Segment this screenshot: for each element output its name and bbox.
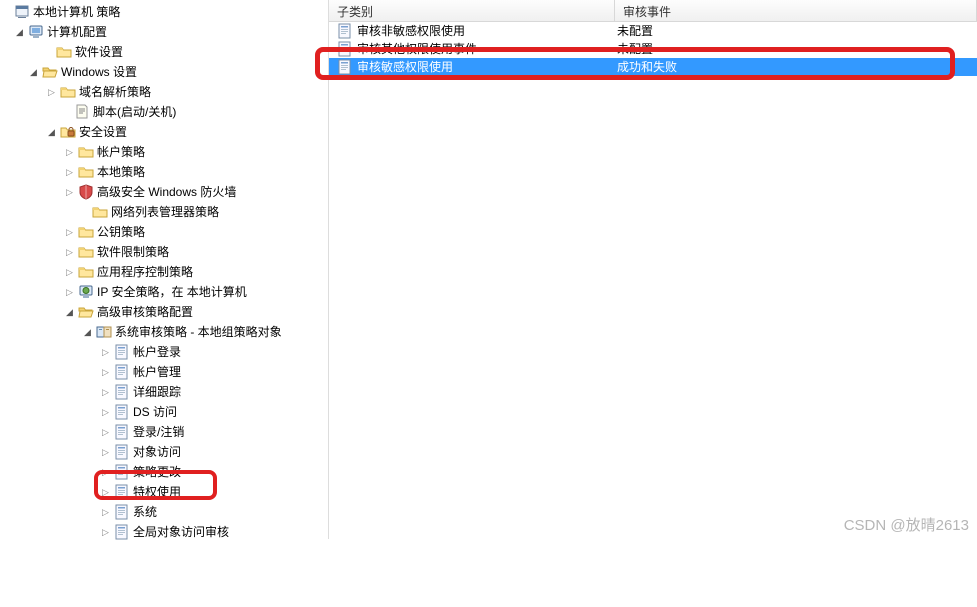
expander-icon[interactable] xyxy=(64,147,75,158)
security-folder-icon xyxy=(60,124,76,140)
expander-icon[interactable] xyxy=(64,227,75,238)
folder-open-icon xyxy=(42,64,58,80)
tree-system[interactable]: 系统 xyxy=(0,502,328,522)
tree-label: 特权使用 xyxy=(133,482,181,502)
expander-icon[interactable] xyxy=(100,487,111,498)
expander-icon[interactable] xyxy=(100,347,111,358)
expander-icon[interactable] xyxy=(64,167,75,178)
tree-logon-logoff[interactable]: 登录/注销 xyxy=(0,422,328,442)
list-row[interactable]: 审核其他权限使用事件 未配置 xyxy=(329,40,977,58)
tree-global-object[interactable]: 全局对象访问审核 xyxy=(0,522,328,542)
tree-label: 帐户登录 xyxy=(133,342,181,362)
tree-app-control[interactable]: 应用程序控制策略 xyxy=(0,262,328,282)
list-cell-event: 未配置 xyxy=(615,22,977,40)
expander-icon[interactable] xyxy=(100,427,111,438)
column-header-subcategory[interactable]: 子类别 xyxy=(329,0,615,21)
tree-policy-change[interactable]: 策略更改 xyxy=(0,462,328,482)
tree-local-policy[interactable]: 本地策略 xyxy=(0,162,328,182)
tree-domain-resolve[interactable]: 域名解析策略 xyxy=(0,82,328,102)
expander-icon[interactable] xyxy=(64,187,75,198)
expander-icon[interactable] xyxy=(100,527,111,538)
tree-advanced-audit[interactable]: 高级审核策略配置 xyxy=(0,302,328,322)
tree-pubkey[interactable]: 公钥策略 xyxy=(0,222,328,242)
tree-privilege-use[interactable]: 特权使用 xyxy=(0,482,328,502)
tree-label: 脚本(启动/关机) xyxy=(93,102,176,122)
tree-label: 帐户管理 xyxy=(133,362,181,382)
tree-account-logon[interactable]: 帐户登录 xyxy=(0,342,328,362)
expander-icon[interactable] xyxy=(100,407,111,418)
list-cell-name: 审核敏感权限使用 xyxy=(357,58,453,76)
tree-label: 网络列表管理器策略 xyxy=(111,202,219,222)
tree-label: 登录/注销 xyxy=(133,422,184,442)
tree-netlist[interactable]: 网络列表管理器策略 xyxy=(0,202,328,222)
tree-object-access[interactable]: 对象访问 xyxy=(0,442,328,462)
list-cell-event: 未配置 xyxy=(615,40,977,58)
tree-account-mgmt[interactable]: 帐户管理 xyxy=(0,362,328,382)
tree-label: 系统 xyxy=(133,502,157,522)
tree-label: 策略更改 xyxy=(133,462,181,482)
expander-icon[interactable] xyxy=(46,127,57,138)
expander-icon[interactable] xyxy=(100,467,111,478)
list-header: 子类别 审核事件 xyxy=(329,0,977,22)
tree-label: 系统审核策略 - 本地组策略对象 xyxy=(115,322,282,342)
tree-sys-audit[interactable]: 系统审核策略 - 本地组策略对象 xyxy=(0,322,328,342)
expander-icon[interactable] xyxy=(64,307,75,318)
audit-config-icon xyxy=(96,324,112,340)
expander-icon[interactable] xyxy=(46,87,57,98)
expander-icon[interactable] xyxy=(64,267,75,278)
tree-detailed[interactable]: 详细跟踪 xyxy=(0,382,328,402)
list-cell-name: 审核其他权限使用事件 xyxy=(357,40,477,58)
tree-label: 对象访问 xyxy=(133,442,181,462)
list-panel: 子类别 审核事件 审核非敏感权限使用 未配置 审核其他权限使用事件 未配置 审核… xyxy=(329,0,977,539)
tree-windows[interactable]: Windows 设置 xyxy=(0,62,328,82)
tree-label: DS 访问 xyxy=(133,402,177,422)
tree-panel[interactable]: 本地计算机 策略 计算机配置 软件设置 Windows 设置 域名解析策略 脚本… xyxy=(0,0,329,539)
tree-label: 全局对象访问审核 xyxy=(133,522,229,542)
policy-item-icon xyxy=(337,59,353,75)
folder-icon xyxy=(92,204,108,220)
expander-icon[interactable] xyxy=(100,367,111,378)
column-header-event[interactable]: 审核事件 xyxy=(615,0,977,21)
tree-label: 公钥策略 xyxy=(97,222,145,242)
tree-software-restrict[interactable]: 软件限制策略 xyxy=(0,242,328,262)
folder-open-icon xyxy=(78,304,94,320)
tree-security[interactable]: 安全设置 xyxy=(0,122,328,142)
list-row-selected[interactable]: 审核敏感权限使用 成功和失败 xyxy=(329,58,977,76)
expander-icon[interactable] xyxy=(100,447,111,458)
expander-icon[interactable] xyxy=(100,387,111,398)
tree-label: 高级安全 Windows 防火墙 xyxy=(97,182,236,202)
tree-label: 详细跟踪 xyxy=(133,382,181,402)
list-cell-event: 成功和失败 xyxy=(615,58,977,76)
list-cell-name: 审核非敏感权限使用 xyxy=(357,22,465,40)
tree-firewall[interactable]: 高级安全 Windows 防火墙 xyxy=(0,182,328,202)
tree-ds-access[interactable]: DS 访问 xyxy=(0,402,328,422)
list-row[interactable]: 审核非敏感权限使用 未配置 xyxy=(329,22,977,40)
expander-icon[interactable] xyxy=(28,67,39,78)
expander-icon[interactable] xyxy=(64,287,75,298)
expander-icon[interactable] xyxy=(14,27,25,38)
expander-icon[interactable] xyxy=(100,507,111,518)
page-icon xyxy=(114,524,130,540)
expander-icon[interactable] xyxy=(64,247,75,258)
tree-ip-sec[interactable]: IP 安全策略，在 本地计算机 xyxy=(0,282,328,302)
expander-icon[interactable] xyxy=(82,327,93,338)
